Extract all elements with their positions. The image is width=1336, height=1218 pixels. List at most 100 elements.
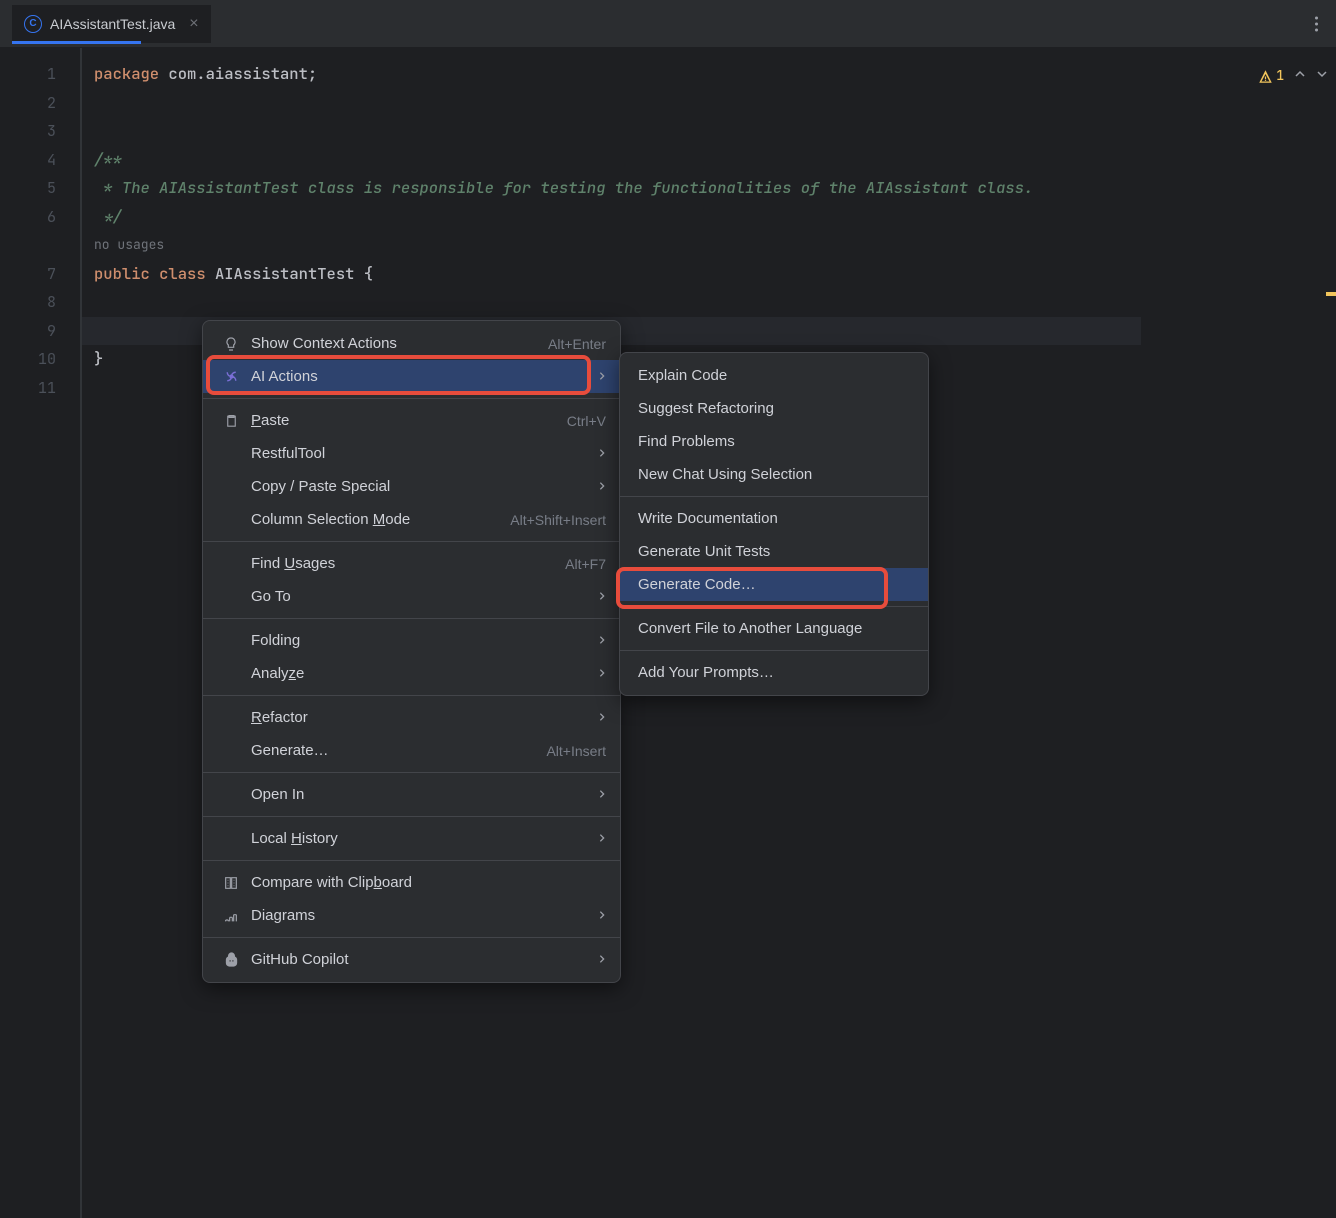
chevron-down-icon[interactable] (1316, 62, 1328, 91)
compare-icon (221, 875, 241, 891)
menu-item[interactable]: Refactor (203, 701, 620, 734)
menu-item[interactable]: Explain Code (620, 359, 928, 392)
warning-stripe-marker[interactable] (1326, 292, 1336, 296)
menu-separator (203, 937, 620, 938)
menu-item[interactable]: Find UsagesAlt+F7 (203, 547, 620, 580)
submenu-ai-actions: Explain Code Suggest Refactoring Find Prob… (619, 352, 929, 696)
bulb-icon (221, 336, 241, 352)
editor-tab-bar: C AIAssistantTest.java × (0, 0, 1336, 48)
menu-item-label: Local History (251, 830, 588, 847)
menu-item-label: Find Problems (638, 433, 914, 450)
clipboard-icon (221, 413, 241, 428)
chevron-right-icon (588, 447, 606, 461)
menu-item[interactable]: Column Selection ModeAlt+Shift+Insert (203, 503, 620, 536)
chevron-right-icon (588, 634, 606, 648)
tab-active-underline (12, 41, 141, 44)
menu-item-label: AI Actions (251, 368, 588, 385)
menu-separator (620, 496, 928, 497)
menu-item-label: Write Documentation (638, 510, 914, 527)
chevron-right-icon (588, 590, 606, 604)
menu-item[interactable]: Generate Unit Tests (620, 535, 928, 568)
class-icon: C (24, 15, 42, 33)
menu-item[interactable]: Generate Code… (620, 568, 928, 601)
code-line (94, 89, 1336, 118)
menu-item-label: Open In (251, 786, 588, 803)
menu-item-label: RestfulTool (251, 445, 588, 462)
menu-item[interactable]: Add Your Prompts… (620, 656, 928, 689)
chevron-right-icon (588, 667, 606, 681)
menu-item[interactable]: Copy / Paste Special (203, 470, 620, 503)
diagram-icon (221, 908, 241, 924)
menu-shortcut: Ctrl+V (567, 413, 606, 429)
menu-item[interactable]: Compare with Clipboard (203, 866, 620, 899)
menu-item-label: Generate Unit Tests (638, 543, 914, 560)
chevron-right-icon (588, 711, 606, 725)
chevron-right-icon (588, 832, 606, 846)
menu-item[interactable]: AI Actions (203, 360, 620, 393)
menu-item[interactable]: RestfulTool (203, 437, 620, 470)
chevron-right-icon (588, 953, 606, 967)
menu-item[interactable]: Generate…Alt+Insert (203, 734, 620, 767)
chevron-right-icon (588, 480, 606, 494)
menu-item-label: Show Context Actions (251, 335, 548, 352)
menu-item[interactable]: Diagrams (203, 899, 620, 932)
menu-item[interactable]: Find Problems (620, 425, 928, 458)
menu-item-label: Explain Code (638, 367, 914, 384)
menu-item-label: Compare with Clipboard (251, 874, 606, 891)
menu-item[interactable]: PasteCtrl+V (203, 404, 620, 437)
menu-item[interactable]: Analyze (203, 657, 620, 690)
code-line (94, 117, 1336, 146)
menu-item[interactable]: Folding (203, 624, 620, 657)
chevron-up-icon[interactable] (1294, 62, 1306, 91)
menu-item[interactable]: Write Documentation (620, 502, 928, 535)
menu-shortcut: Alt+F7 (565, 556, 606, 572)
menu-item[interactable]: Show Context ActionsAlt+Enter (203, 327, 620, 360)
menu-shortcut: Alt+Enter (548, 336, 606, 352)
menu-separator (620, 606, 928, 607)
tab-name: AIAssistantTest.java (50, 16, 175, 32)
menu-separator (203, 398, 620, 399)
menu-separator (203, 695, 620, 696)
menu-item-label: Copy / Paste Special (251, 478, 588, 495)
menu-item-label: Find Usages (251, 555, 565, 572)
menu-item-label: Go To (251, 588, 588, 605)
menu-item[interactable]: Go To (203, 580, 620, 613)
more-vert-icon[interactable] (1315, 16, 1318, 31)
menu-item-label: Paste (251, 412, 567, 429)
menu-item[interactable]: GitHub Copilot (203, 943, 620, 976)
context-menu: Show Context ActionsAlt+Enter AI Actions P… (202, 320, 621, 983)
menu-item-label: Generate… (251, 742, 546, 759)
code-line: */ (94, 203, 1336, 232)
menu-item-label: GitHub Copilot (251, 951, 588, 968)
code-line: package com.aiassistant; (94, 60, 1336, 89)
menu-item[interactable]: New Chat Using Selection (620, 458, 928, 491)
menu-separator (203, 541, 620, 542)
code-line: /** (94, 146, 1336, 175)
inspections-widget[interactable]: 1 (1258, 62, 1328, 91)
spiral-icon (221, 368, 241, 385)
menu-item[interactable]: Local History (203, 822, 620, 855)
menu-shortcut: Alt+Insert (546, 743, 606, 759)
chevron-right-icon (588, 788, 606, 802)
menu-item-label: New Chat Using Selection (638, 466, 914, 483)
close-icon[interactable]: × (189, 16, 198, 32)
menu-separator (203, 860, 620, 861)
code-line: * The AIAssistantTest class is responsib… (94, 174, 1336, 203)
menu-item-label: Convert File to Another Language (638, 620, 914, 637)
menu-separator (203, 772, 620, 773)
menu-separator (620, 650, 928, 651)
usages-inlay[interactable]: no usages (94, 231, 1336, 260)
file-tab[interactable]: C AIAssistantTest.java × (12, 5, 211, 43)
menu-item[interactable]: Convert File to Another Language (620, 612, 928, 645)
code-line (94, 288, 1336, 317)
menu-item-label: Analyze (251, 665, 588, 682)
chevron-right-icon (588, 909, 606, 923)
code-line: public class AIAssistantTest { (94, 260, 1336, 289)
menu-item[interactable]: Open In (203, 778, 620, 811)
menu-shortcut: Alt+Shift+Insert (510, 512, 606, 528)
menu-item-label: Diagrams (251, 907, 588, 924)
menu-item[interactable]: Suggest Refactoring (620, 392, 928, 425)
menu-item-label: Suggest Refactoring (638, 400, 914, 417)
line-number-gutter: 1 2 3 4 5 6 7 8 9 10 11 (0, 48, 80, 1218)
menu-item-label: Refactor (251, 709, 588, 726)
